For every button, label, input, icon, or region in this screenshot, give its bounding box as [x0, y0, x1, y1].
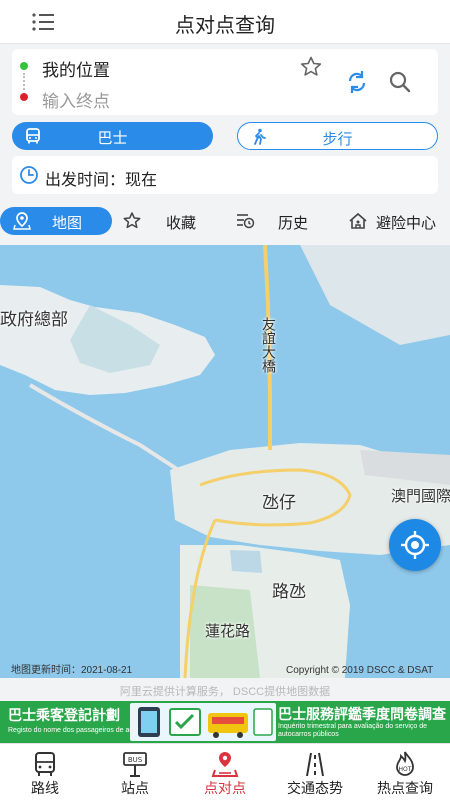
map-label-taipa: 氹仔	[262, 493, 296, 512]
bus-mode-button[interactable]: 巴士	[12, 122, 213, 150]
walk-mode-button[interactable]: 步行	[237, 122, 438, 150]
nav-hotspots[interactable]: HOT 热点查询	[360, 744, 450, 800]
departure-time-label: 出发时间：现在	[45, 172, 158, 189]
end-point-icon	[20, 93, 28, 101]
data-credit-text: 阿里云提供计算服务， DSCC提供地图数据	[119, 686, 331, 698]
tab-history[interactable]: 历史	[235, 207, 325, 235]
banner-right-title: 巴士服務評鑑季度問卷調查	[278, 706, 446, 722]
banner-left-title: 巴士乘客登記計劃	[8, 707, 120, 723]
tab-shelter-center[interactable]: 避险中心	[348, 207, 448, 235]
bottom-navigation: 路线 BUS 站点 点对点 交通态势 HOT 热点查询	[0, 743, 450, 800]
page-title: 点对点查询	[175, 15, 275, 37]
nav-point-to-point[interactable]: 点对点	[180, 744, 270, 800]
history-icon	[235, 211, 255, 231]
map-label-airport: 澳門國際	[391, 488, 450, 505]
tab-history-label: 历史	[278, 215, 309, 232]
origin-field[interactable]: 我的位置	[42, 56, 110, 81]
bus-route-icon	[31, 750, 59, 778]
start-point-icon	[20, 62, 28, 70]
tab-map-label: 地图	[52, 215, 83, 232]
clock-icon	[19, 165, 39, 185]
secondary-tab-bar: 地图 收藏 历史 避险中心	[0, 202, 450, 240]
map-label-government: 政府總部	[0, 310, 68, 329]
favorite-star-icon[interactable]	[299, 55, 323, 79]
header-bar: 点对点查询	[0, 0, 450, 44]
map-update-time: 地图更新时间：2021-08-21	[11, 665, 133, 676]
bus-stop-icon: BUS	[121, 750, 149, 778]
star-icon	[122, 211, 142, 231]
walk-mode-label: 步行	[322, 131, 353, 148]
shelter-icon	[348, 211, 368, 231]
map-copyright: Copyright © 2019 DSCC & DSAT	[286, 665, 434, 676]
nav-traffic-label: 交通态势	[287, 780, 343, 796]
svg-text:HOT: HOT	[399, 766, 412, 773]
map-view[interactable]: 政府總部 友誼大橋 氹仔 澳門國際 路氹 蓮花路 地图更新时间：2021-08-…	[0, 245, 450, 678]
banner-right-subtitle: Inquérito trimestral para avaliação do s…	[278, 723, 428, 738]
map-label-lotus-road: 蓮花路	[205, 623, 251, 640]
nav-hotspots-label: 热点查询	[377, 780, 433, 796]
nav-point-to-point-label: 点对点	[204, 780, 246, 796]
target-icon	[401, 531, 429, 559]
tab-favorites-label: 收藏	[166, 215, 197, 232]
map-label-friendship-bridge: 友誼大橋	[261, 317, 277, 373]
nav-traffic[interactable]: 交通态势	[270, 744, 360, 800]
nav-routes[interactable]: 路线	[0, 744, 90, 800]
svg-text:BUS: BUS	[128, 756, 143, 764]
locate-me-button[interactable]	[389, 519, 441, 571]
nav-routes-label: 路线	[31, 780, 59, 796]
departure-time-row[interactable]: 出发时间：现在	[12, 156, 438, 194]
hot-icon: HOT	[391, 750, 419, 778]
traffic-icon	[301, 750, 329, 778]
point-to-point-icon	[211, 750, 239, 778]
nav-stops-label: 站点	[121, 780, 149, 796]
nav-stops[interactable]: BUS 站点	[90, 744, 180, 800]
route-input-card: 我的位置 输入终点	[12, 49, 438, 115]
tab-shelter-label: 避险中心	[376, 215, 437, 232]
promo-banner[interactable]: 巴士乘客登記計劃 Registo do nome dos passageiros…	[0, 701, 450, 743]
map-label-cotai: 路氹	[272, 582, 306, 601]
bus-mode-label: 巴士	[97, 130, 128, 147]
map-pin-icon	[12, 211, 32, 231]
destination-field[interactable]: 输入终点	[42, 87, 110, 112]
swap-icon[interactable]	[345, 69, 369, 95]
tab-favorites[interactable]: 收藏	[122, 207, 212, 235]
route-connector	[23, 73, 25, 90]
banner-illustration	[130, 703, 276, 741]
tab-map[interactable]: 地图	[0, 207, 112, 235]
search-icon[interactable]	[388, 69, 412, 95]
